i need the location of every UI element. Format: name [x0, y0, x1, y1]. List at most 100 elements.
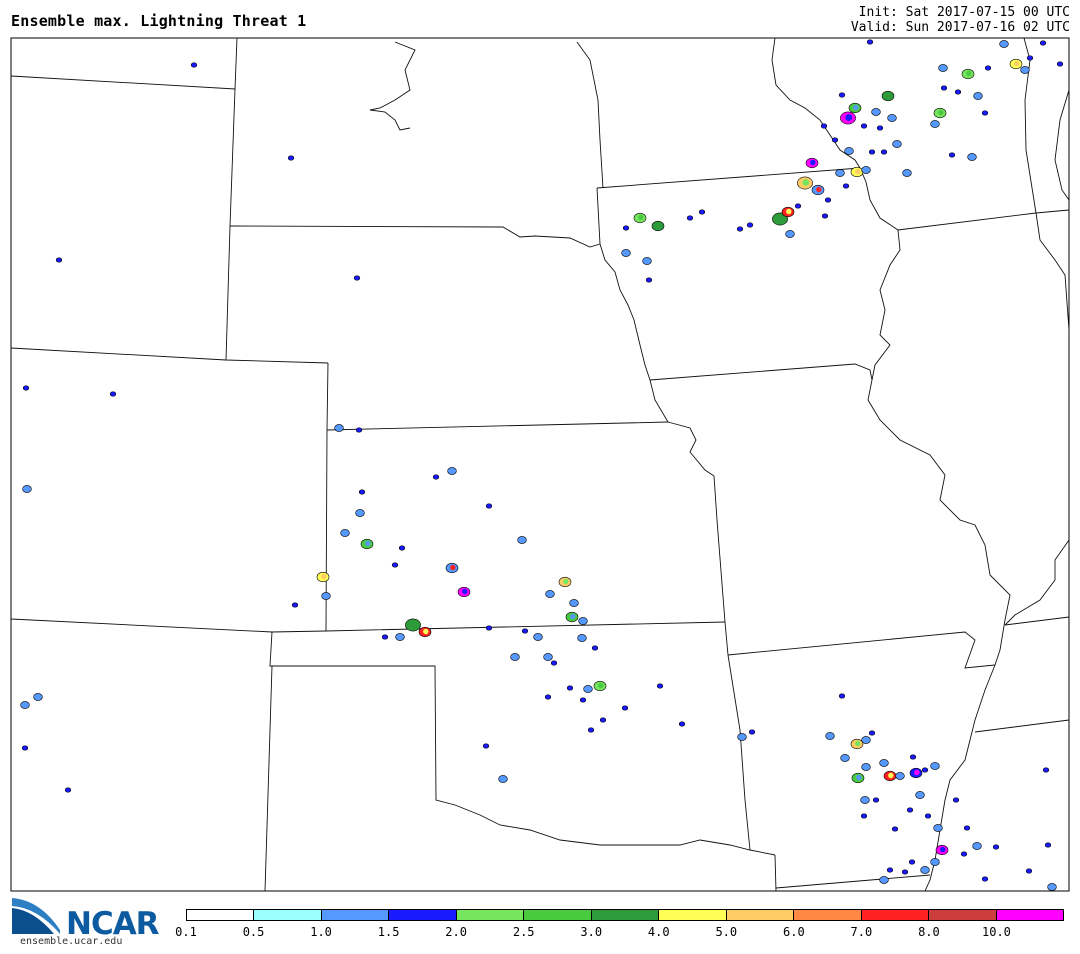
lightning-cell: [678, 721, 686, 727]
lightning-cell: [954, 89, 962, 95]
lightning-cell: [190, 62, 198, 68]
lightning-cell-core: [462, 588, 468, 595]
lightning-cell: [748, 729, 756, 735]
lightning-cell: [909, 754, 917, 760]
colorbar-tick-label: 6.0: [783, 925, 805, 939]
lightning-cell: [578, 617, 588, 625]
lightning-cell: [933, 824, 943, 832]
colorbar-tick-label: 2.5: [512, 925, 535, 939]
lightning-cell: [358, 489, 366, 495]
lightning-cell: [872, 797, 880, 803]
lightning-cell: [334, 424, 344, 432]
lightning-cell: [824, 197, 832, 203]
lightning-cell: [895, 772, 905, 780]
colorbar-segment: [591, 910, 660, 920]
lightning-cell: [840, 754, 850, 762]
lightning-cell: [835, 169, 845, 177]
lightning-cell-core: [656, 222, 662, 229]
lightning-cell: [892, 140, 902, 148]
lightning-cell: [1056, 61, 1064, 67]
lightning-cell: [972, 842, 982, 850]
lightning-cell: [485, 503, 493, 509]
lightning-cell: [22, 485, 32, 493]
lightning-cell: [861, 763, 871, 771]
lightning-cell: [948, 152, 956, 158]
lightning-cell: [686, 215, 694, 221]
colorbar-tick-label: 8.0: [918, 925, 940, 939]
valid-time: Valid: Sun 2017-07-16 02 UTC: [850, 20, 1070, 35]
lightning-cell: [844, 147, 854, 155]
lightning-cell: [999, 40, 1009, 48]
lightning-cell: [866, 39, 874, 45]
lightning-cell: [1026, 55, 1034, 61]
lightning-cell: [621, 249, 631, 257]
colorbar-segment: [254, 910, 322, 920]
colorbar-tick-label: 1.0: [310, 925, 332, 939]
lightning-cell-core: [856, 774, 862, 781]
lightning-cell-core: [886, 92, 892, 99]
colorbar-segment: [321, 910, 390, 920]
lightning-cell-core: [966, 70, 972, 77]
colorbar-tick-label: 5.0: [715, 925, 738, 939]
colorbar-segment: [861, 910, 930, 920]
lightning-cell-core: [810, 159, 816, 166]
lightning-cell: [485, 625, 493, 631]
lightning-cell: [583, 685, 593, 693]
lightning-cell: [973, 92, 983, 100]
lightning-cell: [825, 732, 835, 740]
lightning-cell: [879, 876, 889, 884]
lightning-cell: [879, 759, 889, 767]
lightning-cell: [642, 257, 652, 265]
lightning-cell: [543, 653, 553, 661]
lightning-cell: [498, 775, 508, 783]
lightning-cell: [579, 697, 587, 703]
lightning-cell: [871, 108, 881, 116]
lightning-cell-core: [853, 104, 859, 111]
lightning-cell-core: [777, 215, 785, 222]
lightning-cell: [22, 385, 30, 391]
lightning-cell: [1047, 883, 1057, 891]
lightning-cell: [109, 391, 117, 397]
lightning-cell: [622, 225, 630, 231]
lightning-cell: [521, 628, 529, 634]
lightning-cell: [321, 592, 331, 600]
lightning-cell: [1039, 40, 1047, 46]
lightning-cell: [355, 427, 363, 433]
colorbar-tick-label: 3.0: [580, 925, 603, 939]
lightning-cell-core: [855, 168, 861, 175]
lightning-cell-core: [410, 621, 418, 628]
colorbar-segment: [794, 910, 862, 920]
lightning-cell: [924, 813, 932, 819]
lightning-cell-core: [365, 540, 371, 547]
lightning-cell-core: [570, 613, 576, 620]
colorbar-segment: [389, 910, 457, 920]
lightning-threat-map: [10, 37, 1070, 892]
lightning-cell: [746, 222, 754, 228]
lightning-cell: [577, 634, 587, 642]
lightning-cell: [906, 807, 914, 813]
lightning-cell: [566, 685, 574, 691]
lightning-cell-core: [786, 208, 792, 215]
lightning-cell: [785, 230, 795, 238]
chart-title: Ensemble max. Lightning Threat 1: [11, 12, 307, 30]
lightning-cell: [921, 767, 929, 773]
lightning-cell: [952, 797, 960, 803]
lightning-cell-core: [816, 186, 822, 193]
lightning-cell: [821, 213, 829, 219]
lightning-cell: [621, 705, 629, 711]
lightning-cell: [340, 529, 350, 537]
lightning-cell: [591, 645, 599, 651]
colorbar-segment: [524, 910, 592, 920]
lightning-cell: [510, 653, 520, 661]
lightning-cell: [920, 866, 930, 874]
colorbar-segment: [726, 910, 795, 920]
lightning-cell: [860, 813, 868, 819]
lightning-cell: [838, 693, 846, 699]
lightning-cell: [287, 155, 295, 161]
lightning-cell: [447, 467, 457, 475]
lightning-cell: [737, 733, 747, 741]
lightning-cell-core: [855, 740, 861, 747]
lightning-cell: [886, 867, 894, 873]
lightning-cell: [391, 562, 399, 568]
lightning-cell-core: [1014, 60, 1020, 67]
